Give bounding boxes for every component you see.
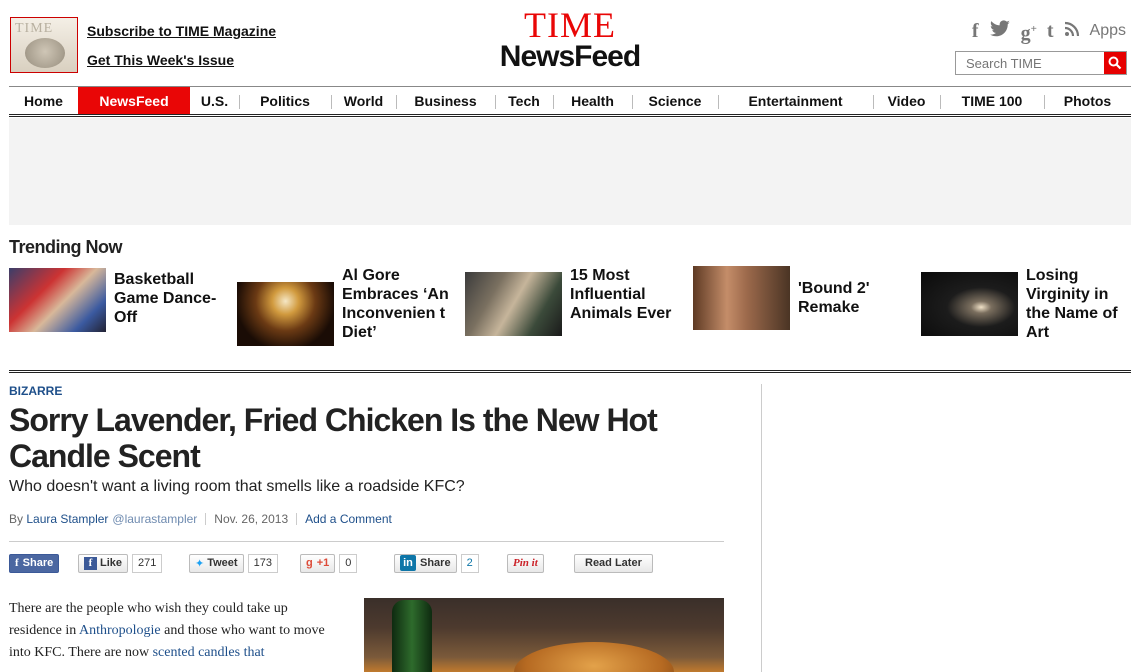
linkedin-icon: in	[400, 555, 416, 571]
google-plus-button[interactable]: g +1 0	[300, 553, 358, 573]
trending-item-title: Basketball Game Dance-Off	[114, 271, 217, 326]
search-box	[955, 51, 1127, 75]
nav-newsfeed[interactable]: NewsFeed	[78, 87, 190, 114]
nav-politics[interactable]: Politics	[239, 87, 331, 114]
tumblr-icon[interactable]: t	[1047, 20, 1054, 42]
site-header: TIME Subscribe to TIME Magazine Get This…	[0, 0, 1140, 84]
trending-item[interactable]: Basketball Game Dance-Off	[9, 266, 229, 356]
facebook-icon: f	[84, 556, 97, 570]
trending-item-title: 'Bound 2' Remake	[798, 280, 870, 316]
google-plus-label: +1	[316, 557, 330, 569]
tweet-count: 173	[247, 553, 278, 573]
nav-photos[interactable]: Photos	[1044, 87, 1131, 114]
fried-chicken-image	[514, 642, 674, 672]
nav-us[interactable]: U.S.	[190, 87, 239, 114]
byline-divider	[9, 541, 724, 542]
article-headline: Sorry Lavender, Fried Chicken Is the New…	[9, 402, 658, 474]
linkedin-share-button[interactable]: in Share 2	[394, 553, 479, 573]
byline-separator	[296, 513, 298, 525]
nav-time-100[interactable]: TIME 100	[940, 87, 1044, 114]
trending-item-title: Al Gore Embraces ‘An Inconvenien t Diet’	[342, 267, 449, 341]
article-image	[364, 598, 724, 672]
subscribe-links: Subscribe to TIME Magazine Get This Week…	[87, 23, 276, 81]
nav-health[interactable]: Health	[553, 87, 632, 114]
google-plus-icon: g	[306, 557, 313, 569]
author-link[interactable]: Laura Stampler	[26, 512, 108, 526]
article-dek: Who doesn't want a living room that smel…	[9, 478, 465, 495]
bottle-image	[392, 600, 432, 672]
trending-thumbnail	[9, 268, 106, 332]
ad-banner[interactable]	[9, 118, 1131, 225]
nav-business[interactable]: Business	[396, 87, 495, 114]
pin-it-label: Pin it	[507, 553, 544, 573]
article-body: There are the people who wish they could…	[9, 598, 339, 664]
apps-link[interactable]: Apps	[1090, 22, 1126, 40]
trending-thumbnail	[921, 272, 1018, 336]
facebook-like-count: 271	[132, 553, 163, 573]
tweet-label: Tweet	[207, 557, 238, 569]
social-links: f g+ t Apps	[972, 18, 1126, 45]
trending-thumbnail	[465, 272, 562, 336]
pin-it-button[interactable]: Pin it	[507, 553, 544, 573]
facebook-like-label: Like	[100, 557, 123, 569]
this-weeks-issue-link[interactable]: Get This Week's Issue	[87, 52, 276, 68]
twitter-icon: ✦	[195, 557, 205, 570]
linkedin-count: 2	[460, 553, 479, 573]
nav-entertainment[interactable]: Entertainment	[718, 87, 873, 114]
nav-tech[interactable]: Tech	[495, 87, 553, 114]
cover-image	[25, 38, 65, 68]
anthropologie-link[interactable]: Anthropologie	[79, 623, 161, 638]
nav-world[interactable]: World	[331, 87, 396, 114]
trending-item[interactable]: Al Gore Embraces ‘An Inconvenien t Diet’	[237, 266, 457, 356]
column-divider	[761, 384, 762, 672]
nav-science[interactable]: Science	[632, 87, 718, 114]
search-icon	[1108, 56, 1122, 70]
article-date: Nov. 26, 2013	[214, 512, 289, 526]
byline-separator	[205, 513, 207, 525]
tweet-button[interactable]: ✦ Tweet 173	[189, 553, 278, 573]
scented-candles-link[interactable]: scented candles that	[153, 645, 265, 660]
trending-thumbnail	[237, 282, 334, 346]
facebook-share-label: Share	[22, 557, 54, 569]
linkedin-share-label: Share	[420, 557, 451, 569]
twitter-icon[interactable]	[989, 20, 1011, 43]
section-divider	[9, 370, 1131, 373]
logo-newsfeed: NewsFeed	[499, 40, 641, 73]
read-later-button[interactable]: Read Later	[574, 553, 653, 573]
logo-time: TIME	[524, 5, 616, 45]
article-kicker[interactable]: BIZARRE	[9, 384, 62, 398]
byline-prefix: By	[9, 512, 24, 526]
trending-item-title: Losing Virginity in the Name of Art	[1026, 267, 1118, 341]
magazine-cover-thumbnail[interactable]: TIME	[10, 17, 78, 73]
facebook-share-button[interactable]: f Share	[9, 553, 60, 573]
rss-icon[interactable]	[1064, 20, 1080, 42]
trending-item[interactable]: Losing Virginity in the Name of Art	[921, 266, 1140, 356]
nav-video[interactable]: Video	[873, 87, 940, 114]
search-button[interactable]	[1104, 52, 1126, 74]
subscribe-link[interactable]: Subscribe to TIME Magazine	[87, 23, 276, 39]
trending-title: Trending Now	[9, 237, 123, 257]
add-comment-link[interactable]: Add a Comment	[305, 512, 392, 526]
trending-thumbnail	[693, 266, 790, 330]
byline: By Laura Stampler @laurastampler Nov. 26…	[9, 512, 392, 526]
search-input[interactable]	[956, 52, 1104, 74]
facebook-icon: f	[15, 557, 19, 569]
trending-item-title: 15 Most Influential Animals Ever	[570, 267, 672, 322]
main-nav: Home NewsFeed U.S. Politics World Busine…	[9, 86, 1131, 117]
nav-home[interactable]: Home	[9, 87, 78, 114]
facebook-like-button[interactable]: f Like 271	[78, 553, 163, 573]
facebook-icon[interactable]: f	[972, 20, 979, 42]
author-handle[interactable]: @laurastampler	[112, 512, 197, 526]
cover-title: TIME	[15, 21, 54, 36]
google-plus-count: 0	[339, 553, 358, 573]
trending-item[interactable]: 'Bound 2' Remake	[693, 266, 913, 356]
google-plus-icon[interactable]: g+	[1021, 18, 1037, 45]
read-later-label: Read Later	[574, 553, 653, 573]
trending-item[interactable]: 15 Most Influential Animals Ever	[465, 266, 685, 356]
site-logo[interactable]: TIME NewsFeed	[470, 5, 670, 73]
